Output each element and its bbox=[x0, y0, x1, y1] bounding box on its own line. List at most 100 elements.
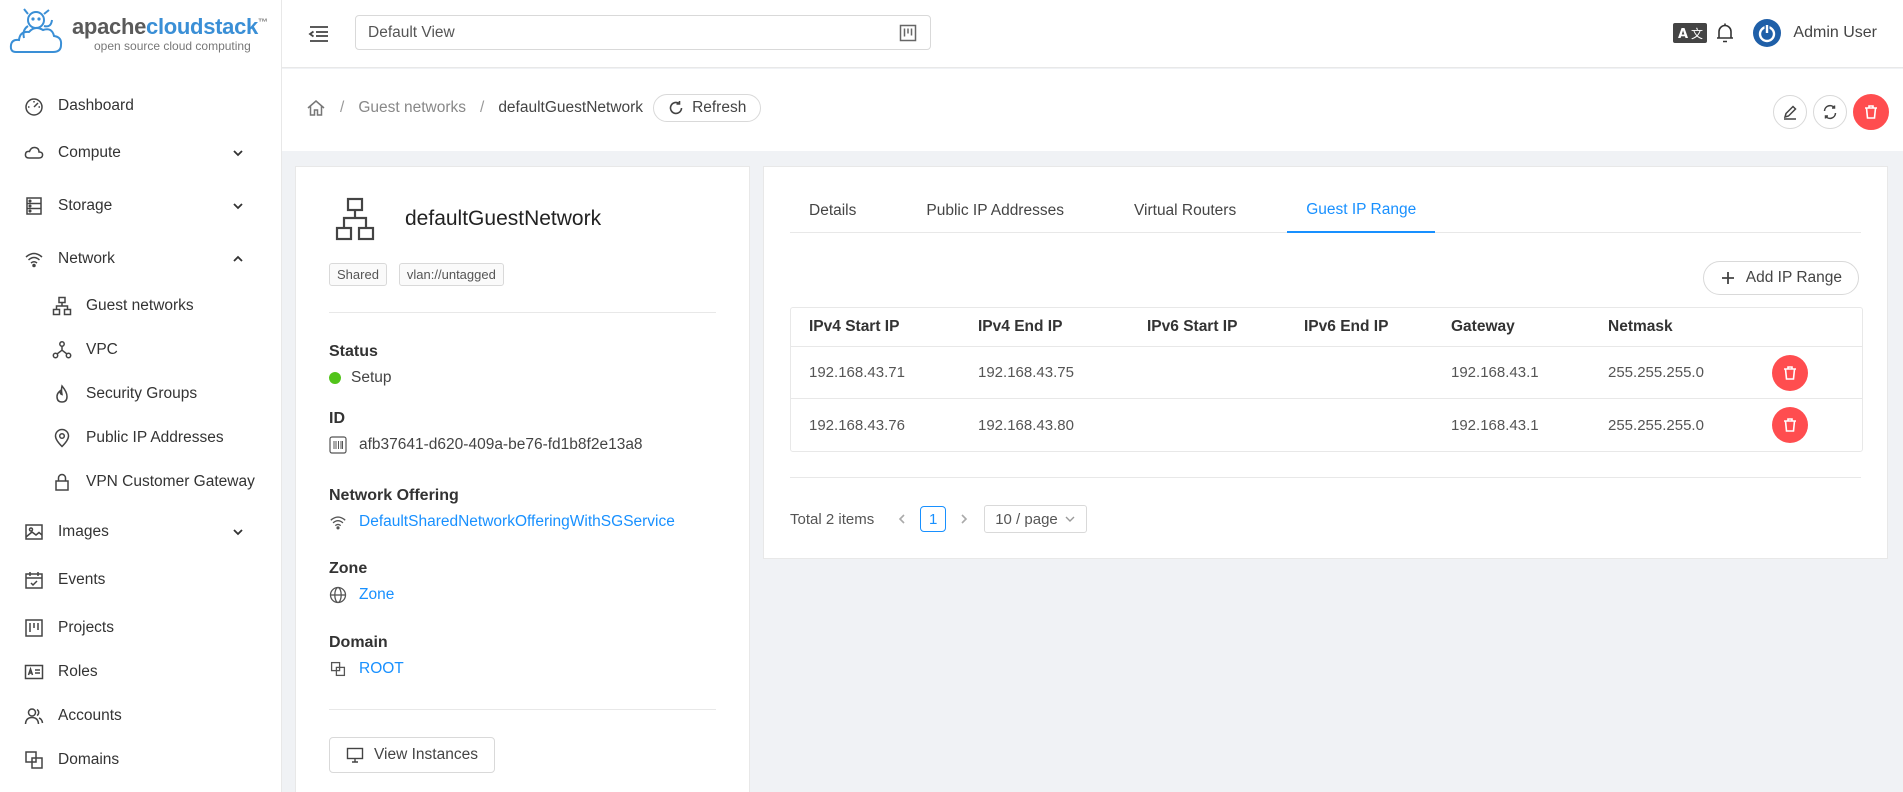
pagination-page[interactable]: 1 bbox=[920, 506, 947, 532]
column-header[interactable]: Netmask bbox=[1590, 318, 1764, 336]
logo[interactable]: apachecloudstack™ open source cloud comp… bbox=[0, 0, 281, 68]
barcode-icon[interactable] bbox=[329, 436, 347, 454]
sidebar-item-label: Network bbox=[58, 250, 115, 267]
view-select-value: Default View bbox=[368, 23, 455, 41]
domain-label: Domain bbox=[329, 634, 388, 651]
restart-network-button[interactable] bbox=[1813, 95, 1847, 129]
chevron-down-icon bbox=[231, 146, 245, 160]
id-value: afb37641-d620-409a-be76-fd1b8f2e13a8 bbox=[359, 436, 643, 453]
calendar-icon bbox=[24, 570, 44, 590]
sidebar-item-guest-networks[interactable]: Guest networks bbox=[0, 284, 281, 328]
tab-public-ip-addresses[interactable]: Public IP Addresses bbox=[907, 189, 1083, 233]
zone-link[interactable]: Zone bbox=[359, 586, 394, 604]
sidebar-item-dashboard[interactable]: Dashboard bbox=[0, 84, 281, 128]
project-board-icon bbox=[898, 23, 918, 43]
translate-icon[interactable]: A文 bbox=[1673, 22, 1707, 44]
edit-icon bbox=[1782, 104, 1798, 120]
dashboard-icon bbox=[24, 96, 44, 116]
reload-icon bbox=[668, 100, 684, 116]
column-header[interactable]: IPv4 Start IP bbox=[791, 318, 960, 336]
sidebar-item-projects[interactable]: Projects bbox=[0, 606, 281, 650]
tag-broadcast-uri: vlan://untagged bbox=[398, 263, 504, 286]
sidebar-item-accounts[interactable]: Accounts bbox=[0, 694, 281, 738]
sidebar-item-public-ip-addresses[interactable]: Public IP Addresses bbox=[0, 416, 281, 460]
breadcrumb-separator: / bbox=[480, 99, 485, 116]
sidebar-item-events[interactable]: Events bbox=[0, 554, 281, 606]
network-offering-link[interactable]: DefaultSharedNetworkOfferingWithSGServic… bbox=[359, 513, 675, 531]
view-instances-label: View Instances bbox=[374, 746, 478, 763]
pagination: Total 2 items 1 10 / page bbox=[790, 505, 1087, 533]
delete-ip-range-button[interactable] bbox=[1772, 407, 1808, 443]
sidebar-item-vpc[interactable]: VPC bbox=[0, 328, 281, 372]
chevron-right-icon[interactable] bbox=[956, 511, 972, 527]
sidebar-item-label: Roles bbox=[58, 663, 98, 680]
column-header[interactable]: IPv6 End IP bbox=[1286, 318, 1433, 336]
delete-network-button[interactable] bbox=[1853, 94, 1889, 130]
block-icon bbox=[329, 660, 347, 678]
column-header[interactable]: IPv6 Start IP bbox=[1129, 318, 1286, 336]
gateway-cell: 192.168.43.1 bbox=[1451, 364, 1539, 381]
breadcrumb-guest-networks[interactable]: Guest networks bbox=[358, 99, 466, 117]
bell-icon[interactable] bbox=[1714, 21, 1736, 45]
ipv4-end-cell: 192.168.43.75 bbox=[978, 364, 1074, 381]
sidebar-item-label: Security Groups bbox=[86, 385, 198, 402]
edit-button[interactable] bbox=[1773, 95, 1807, 129]
column-header[interactable]: Gateway bbox=[1433, 318, 1590, 336]
breadcrumb-current: defaultGuestNetwork bbox=[498, 99, 644, 116]
table-row: 192.168.43.76 192.168.43.80 192.168.43.1… bbox=[791, 399, 1862, 451]
view-select[interactable]: Default View bbox=[355, 15, 931, 50]
status-field: Status Setup bbox=[329, 343, 716, 387]
sidebar-item-label: Events bbox=[58, 571, 106, 588]
logo-apache: apache bbox=[72, 14, 147, 39]
tab-details[interactable]: Details bbox=[790, 189, 875, 233]
id-card-icon bbox=[24, 662, 44, 682]
sidebar-item-network[interactable]: Network bbox=[0, 234, 281, 284]
domain-link[interactable]: ROOT bbox=[359, 660, 404, 678]
logo-cloudstack: cloudstack bbox=[146, 14, 258, 39]
tab-guest-ip-range[interactable]: Guest IP Range bbox=[1287, 189, 1436, 233]
sidebar-item-storage[interactable]: Storage bbox=[0, 178, 281, 234]
network-offering-field: Network Offering DefaultSharedNetworkOff… bbox=[329, 487, 716, 531]
team-icon bbox=[24, 706, 44, 726]
menu-fold-icon[interactable] bbox=[306, 21, 332, 47]
home-icon[interactable] bbox=[306, 98, 326, 118]
resource-info-card: defaultGuestNetwork Shared vlan://untagg… bbox=[295, 166, 750, 792]
wifi-icon bbox=[329, 513, 347, 531]
column-header[interactable]: IPv4 End IP bbox=[960, 318, 1129, 336]
network-offering-label: Network Offering bbox=[329, 487, 459, 504]
wifi-icon bbox=[24, 249, 44, 269]
sidebar-item-domains[interactable]: Domains bbox=[0, 738, 281, 782]
sidebar-item-security-groups[interactable]: Security Groups bbox=[0, 372, 281, 416]
zone-label: Zone bbox=[329, 560, 368, 577]
chevron-left-icon[interactable] bbox=[894, 511, 910, 527]
sidebar-item-images[interactable]: Images bbox=[0, 510, 281, 554]
logo-tagline: open source cloud computing bbox=[94, 39, 251, 53]
top-header: Default View A文 Admin User bbox=[282, 0, 1903, 68]
chevron-up-icon bbox=[231, 252, 245, 266]
netmask-cell: 255.255.255.0 bbox=[1608, 416, 1704, 434]
desktop-icon bbox=[346, 746, 364, 764]
ip-range-table: IPv4 Start IP IPv4 End IP IPv6 Start IP … bbox=[790, 307, 1863, 452]
trash-icon bbox=[1782, 365, 1798, 381]
divider bbox=[790, 477, 1861, 478]
view-instances-button[interactable]: View Instances bbox=[329, 737, 495, 773]
trash-icon bbox=[1782, 417, 1798, 433]
domain-field: Domain ROOT bbox=[329, 634, 716, 678]
sidebar-item-compute[interactable]: Compute bbox=[0, 128, 281, 178]
add-ip-range-button[interactable]: Add IP Range bbox=[1702, 261, 1859, 295]
breadcrumb-bar: / Guest networks / defaultGuestNetwork R… bbox=[282, 69, 1903, 151]
page-size-select[interactable]: 10 / page bbox=[984, 505, 1087, 533]
delete-ip-range-button[interactable] bbox=[1772, 354, 1808, 391]
refresh-button[interactable]: Refresh bbox=[653, 94, 762, 122]
sidebar-item-roles[interactable]: Roles bbox=[0, 650, 281, 694]
sidebar-item-label: Projects bbox=[58, 619, 114, 636]
table-row: 192.168.43.71 192.168.43.75 192.168.43.1… bbox=[791, 347, 1862, 399]
tab-virtual-routers[interactable]: Virtual Routers bbox=[1115, 189, 1255, 233]
status-label: Status bbox=[329, 343, 378, 360]
sidebar-item-vpn-customer-gateway[interactable]: VPN Customer Gateway bbox=[0, 460, 281, 504]
sidebar-item-label: Domains bbox=[58, 751, 120, 768]
cloudmonkey-logo-icon bbox=[8, 6, 66, 62]
pagination-total: Total 2 items bbox=[790, 510, 875, 528]
zone-field: Zone Zone bbox=[329, 560, 716, 604]
user-menu[interactable]: Admin User bbox=[1753, 18, 1877, 48]
